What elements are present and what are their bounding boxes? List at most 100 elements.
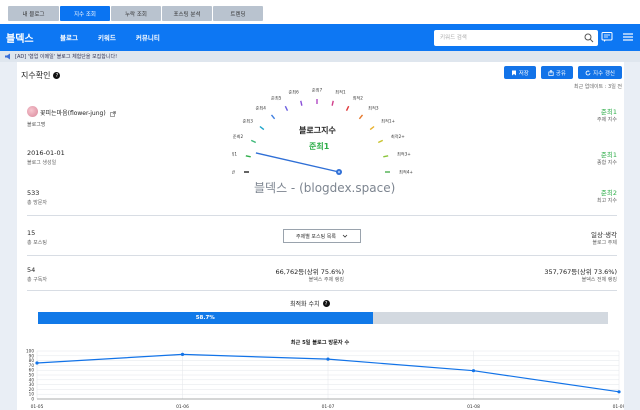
overall-ranking: 357,767등(상위 73.6%): [544, 268, 617, 276]
search-icon[interactable]: [584, 33, 594, 43]
x-tick-label: 01-08: [467, 404, 480, 410]
help-icon[interactable]: ?: [322, 300, 330, 307]
y-tick-label: 70: [29, 363, 35, 368]
gauge-level-label: 일반: [232, 169, 235, 175]
optimization-title: 최적화 수치 ?: [290, 299, 330, 308]
total-subscribers-label: 총 구독자: [27, 277, 47, 283]
topic-index-label: 주제 지수: [597, 117, 617, 123]
topic-posts-dropdown[interactable]: 주제별 포스팅 목록: [283, 229, 361, 243]
index-card: 지수확인 ? 저장 공유 지수 갱신 최근 업데이트 : 3일 전 꽃피는마음(…: [17, 62, 624, 410]
blog-name[interactable]: 꽃피는마음(flower-jung): [40, 108, 116, 117]
y-tick-label: 0: [31, 397, 34, 402]
y-tick-label: 30: [29, 382, 35, 387]
topic-ranking-label: 블덱스 주제 랭킹: [308, 277, 344, 283]
refresh-index-label: 지수 갱신: [593, 70, 615, 77]
gauge-needle-hub-center: [337, 170, 341, 174]
gauge-level-label: 최적3: [368, 104, 379, 111]
created-date-label: 블로그 생성일: [27, 160, 57, 166]
divider: [27, 290, 617, 291]
last-updated: 최근 업데이트 : 3일 전: [573, 84, 622, 90]
tab-2[interactable]: 누락 조회: [111, 6, 161, 21]
gauge-needle: [255, 152, 340, 173]
gauge-level-label: 준최3: [243, 117, 254, 124]
gauge-level-label: 최적2+: [391, 133, 405, 140]
gauge-level-label: 준최6: [288, 89, 299, 96]
divider: [27, 255, 617, 256]
blog-topic-label: 블로그 주제: [592, 240, 617, 246]
top-tab-strip: 내 블로그 지수 조회 누락 조회 포스팅 분석 트렌딩: [0, 0, 640, 24]
search-box: [434, 30, 598, 46]
visitor-chart: 최근 5일 블로그 방문자 수 0102030405060708090100 01-…: [26, 338, 624, 410]
search-input[interactable]: [440, 32, 580, 44]
gauge-tick: [358, 114, 364, 120]
total-posts: 15: [27, 229, 36, 237]
gauge-tick: [383, 155, 389, 158]
x-tick-label: 01-06: [176, 404, 189, 410]
nav-link-community[interactable]: 커뮤니티: [136, 32, 160, 42]
tab-3[interactable]: 포스팅 분석: [162, 6, 212, 21]
gauge-tick: [284, 105, 289, 112]
y-tick-label: 20: [29, 387, 35, 392]
gauge-level-label: 준최2: [233, 133, 244, 140]
megaphone-icon: [5, 53, 10, 60]
total-posts-label: 총 포스팅: [27, 240, 47, 246]
chat-icon[interactable]: [601, 31, 613, 43]
y-tick-label: 50: [29, 373, 35, 378]
gauge-tick: [259, 125, 265, 131]
avatar: [27, 106, 38, 117]
tab-4[interactable]: 트렌딩: [213, 6, 263, 21]
external-link-icon[interactable]: [109, 110, 116, 117]
total-visitors: 533: [27, 189, 40, 197]
nav-link-keyword[interactable]: 키워드: [98, 32, 116, 42]
gauge-tick: [250, 139, 257, 144]
refresh-icon: [585, 69, 591, 75]
visitor-data-point: [471, 369, 476, 373]
gauge-tick: [300, 100, 303, 106]
topic-posts-dropdown-label: 주제별 포스팅 목록: [296, 233, 336, 240]
gauge-level-label: 준최1: [232, 150, 237, 157]
gauge-level-label: 준최7: [312, 87, 323, 94]
gauge-tick: [369, 125, 375, 131]
ad-banner[interactable]: [AD] '협업 이메일' 블로그 체험단을 모집합니다!: [0, 51, 640, 62]
y-tick-label: 100: [26, 349, 34, 354]
visitor-data-point: [326, 357, 330, 361]
total-subscribers: 54: [27, 266, 36, 274]
gauge-tick: [331, 100, 334, 106]
y-tick-label: 90: [29, 353, 35, 358]
x-tick-label: 01-05: [31, 404, 44, 410]
topic-ranking: 66,762등(상위 75.6%): [275, 268, 344, 276]
divider: [27, 215, 617, 216]
visitor-data-point: [180, 352, 185, 356]
optimization-bar-fill: 58.7%: [38, 312, 373, 324]
gauge-title: 블로그지수: [299, 126, 336, 135]
best-index: 준최2: [600, 189, 617, 197]
help-icon[interactable]: ?: [53, 72, 61, 79]
bookmark-icon: [511, 70, 516, 75]
tab-0[interactable]: 내 블로그: [8, 6, 59, 21]
topic-index: 준최1: [600, 108, 617, 116]
visitor-data-point: [35, 361, 39, 365]
tab-1[interactable]: 지수 조회: [60, 6, 110, 21]
y-tick-label: 60: [29, 368, 35, 373]
page-tabs: 내 블로그 지수 조회 누락 조회 포스팅 분석 트렌딩: [8, 6, 263, 21]
navbar: 블덱스 블로그 키워드 커뮤니티: [0, 24, 640, 51]
optimization-bar: 58.7%: [38, 312, 608, 324]
gauge-tick: [270, 114, 276, 120]
gauge-tick: [245, 155, 251, 158]
overall-index-label: 종합 지수: [597, 160, 617, 166]
blog-topic: 일상·생각: [591, 231, 617, 239]
save-button[interactable]: 저장: [503, 66, 536, 79]
menu-icon[interactable]: [622, 31, 634, 43]
overall-index: 준최1: [600, 151, 617, 159]
gauge-watermark: 블덱스 - (blogdex.space): [254, 181, 396, 195]
y-tick-label: 10: [29, 392, 35, 397]
nav-link-blog[interactable]: 블로그: [60, 32, 78, 42]
share-button[interactable]: 공유: [540, 66, 573, 79]
gauge-level-label: 준최5: [271, 95, 282, 102]
x-tick-label: 01-09: [613, 404, 624, 410]
gauge-level-label: 최적4+: [399, 169, 413, 176]
refresh-index-button[interactable]: 지수 갱신: [578, 66, 622, 79]
brand-logo[interactable]: 블덱스: [6, 30, 34, 45]
gauge-level-label: 최적3+: [397, 150, 411, 157]
banner-text: [AD] '협업 이메일' 블로그 체험단을 모집합니다!: [15, 54, 118, 60]
